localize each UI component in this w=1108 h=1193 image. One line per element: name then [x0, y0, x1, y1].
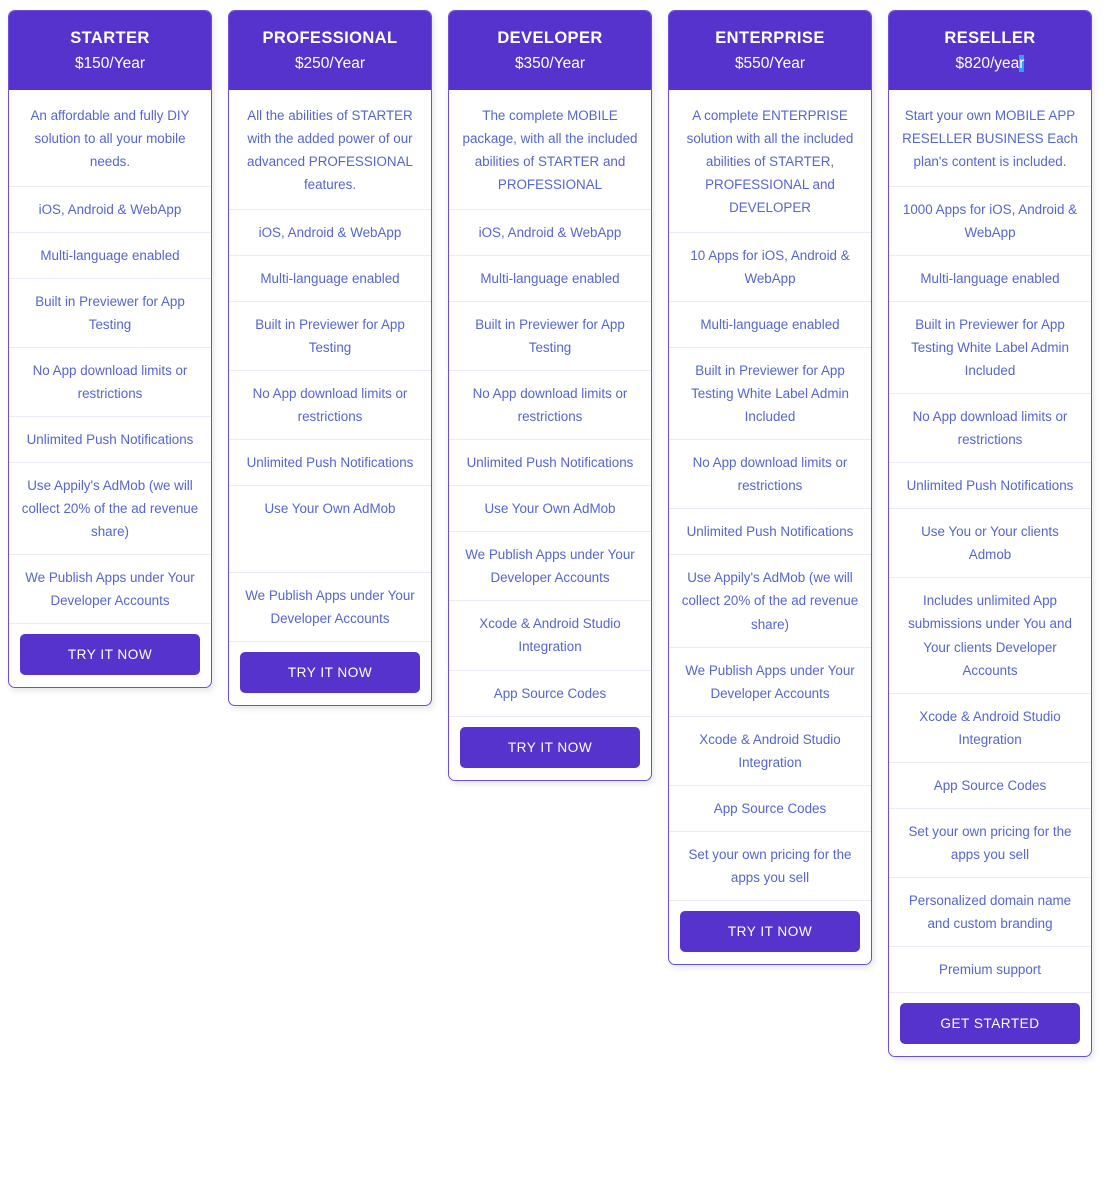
cta-container: TRY IT NOW: [449, 717, 651, 780]
feature-item: Xcode & Android Studio Integration: [449, 601, 651, 671]
plan-header-professional: PROFESSIONAL $250/Year: [229, 11, 431, 90]
pricing-table: STARTER $150/Year An affordable and fully …: [0, 0, 1108, 1057]
feature-item: Unlimited Push Notifications: [9, 417, 211, 464]
feature-item: No App download limits or restrictions: [9, 348, 211, 418]
feature-item: 10 Apps for iOS, Android & WebApp: [669, 233, 871, 303]
feature-item: Multi-language enabled: [9, 233, 211, 279]
plan-card-professional: PROFESSIONAL $250/Year All the abilities o…: [228, 10, 432, 707]
plan-price: $820/year: [895, 54, 1085, 74]
feature-item: No App download limits or restrictions: [449, 371, 651, 441]
plan-card-starter: STARTER $150/Year An affordable and fully …: [8, 10, 212, 689]
cta-button-developer[interactable]: TRY IT NOW: [460, 726, 640, 768]
feature-item: We Publish Apps under Your Developer Acc…: [229, 573, 431, 643]
plan-description: A complete ENTERPRISE solution with all …: [669, 90, 871, 233]
feature-item: Use Appily's AdMob (we will collect 20% …: [9, 463, 211, 556]
plan-description: All the abilities of STARTER with the ad…: [229, 90, 431, 210]
cta-container: TRY IT NOW: [669, 901, 871, 964]
feature-item: Multi-language enabled: [669, 302, 871, 349]
cta-button-reseller[interactable]: GET STARTED: [900, 1002, 1080, 1044]
feature-item: Xcode & Android Studio Integration: [669, 717, 871, 786]
feature-item: Use Appily's AdMob (we will collect 20% …: [669, 555, 871, 648]
feature-list-starter: An affordable and fully DIY solution to …: [9, 90, 211, 625]
cta-button-starter[interactable]: TRY IT NOW: [20, 634, 200, 676]
plan-name: STARTER: [70, 29, 150, 47]
feature-list-enterprise: A complete ENTERPRISE solution with all …: [669, 90, 871, 901]
plan-price: $150/Year: [74, 54, 146, 72]
plan-name: RESELLER: [944, 29, 1036, 47]
plan-header-reseller: RESELLER $820/year: [889, 11, 1091, 90]
feature-item: No App download limits or restrictions: [229, 371, 431, 441]
feature-item: Personalized domain name and custom bran…: [889, 878, 1091, 947]
plan-header-developer: DEVELOPER $350/Year: [449, 11, 651, 90]
feature-item: Unlimited Push Notifications: [669, 509, 871, 556]
feature-item: Unlimited Push Notifications: [449, 440, 651, 487]
feature-item: We Publish Apps under Your Developer Acc…: [449, 532, 651, 602]
plan-price: $550/Year: [734, 54, 806, 72]
feature-item: iOS, Android & WebApp: [449, 210, 651, 256]
feature-item: Multi-language enabled: [889, 256, 1091, 303]
feature-item: Use Your Own AdMob: [229, 486, 431, 574]
feature-item: App Source Codes: [669, 786, 871, 832]
plan-card-reseller: RESELLER $820/year Start your own MOBILE A…: [888, 10, 1092, 1057]
plan-description: An affordable and fully DIY solution to …: [9, 90, 211, 187]
feature-item: Unlimited Push Notifications: [229, 440, 431, 487]
feature-item: Use You or Your clients Admob: [889, 509, 1091, 579]
feature-item: Premium support: [889, 947, 1091, 993]
feature-item: Built in Previewer for App Testing: [229, 302, 431, 372]
plan-name: ENTERPRISE: [715, 29, 825, 47]
feature-item: Multi-language enabled: [449, 256, 651, 303]
cta-container: GET STARTED: [889, 993, 1091, 1056]
feature-list-reseller: Start your own MOBILE APP RESELLER BUSIN…: [889, 90, 1091, 993]
cta-container: TRY IT NOW: [229, 642, 431, 705]
feature-item: Built in Previewer for App Testing White…: [669, 348, 871, 441]
feature-item: No App download limits or restrictions: [889, 394, 1091, 464]
plan-header-starter: STARTER $150/Year: [9, 11, 211, 90]
feature-item: We Publish Apps under Your Developer Acc…: [669, 648, 871, 717]
feature-item: Use Your Own AdMob: [449, 486, 651, 533]
feature-item: We Publish Apps under Your Developer Acc…: [9, 555, 211, 625]
plan-price: $350/Year: [514, 54, 586, 72]
feature-item: Xcode & Android Studio Integration: [889, 694, 1091, 763]
feature-item: Multi-language enabled: [229, 256, 431, 303]
feature-item: 1000 Apps for iOS, Android & WebApp: [889, 187, 1091, 256]
plan-card-developer: DEVELOPER $350/Year The complete MOBILE pa…: [448, 10, 652, 781]
feature-item: Set your own pricing for the apps you se…: [889, 809, 1091, 878]
feature-item: iOS, Android & WebApp: [229, 210, 431, 256]
plan-description: The complete MOBILE package, with all th…: [449, 90, 651, 210]
text-selection-highlight: r: [1019, 54, 1025, 72]
cta-button-enterprise[interactable]: TRY IT NOW: [680, 910, 860, 952]
cta-container: TRY IT NOW: [9, 624, 211, 687]
feature-item: Unlimited Push Notifications: [889, 463, 1091, 510]
plan-name: PROFESSIONAL: [262, 29, 398, 47]
feature-item: App Source Codes: [889, 763, 1091, 809]
plan-price: $250/Year: [294, 54, 366, 72]
feature-item: No App download limits or restrictions: [669, 440, 871, 510]
feature-item: Includes unlimited App submissions under…: [889, 578, 1091, 694]
feature-item: App Source Codes: [449, 671, 651, 717]
feature-item: Built in Previewer for App Testing White…: [889, 302, 1091, 395]
feature-item: Built in Previewer for App Testing: [9, 279, 211, 349]
feature-item: Built in Previewer for App Testing: [449, 302, 651, 372]
plan-card-enterprise: ENTERPRISE $550/Year A complete ENTERPRISE…: [668, 10, 872, 965]
plan-header-enterprise: ENTERPRISE $550/Year: [669, 11, 871, 90]
plan-name: DEVELOPER: [497, 29, 603, 47]
plan-description: Start your own MOBILE APP RESELLER BUSIN…: [889, 90, 1091, 187]
cta-button-professional[interactable]: TRY IT NOW: [240, 652, 420, 694]
feature-list-professional: All the abilities of STARTER with the ad…: [229, 90, 431, 643]
feature-list-developer: The complete MOBILE package, with all th…: [449, 90, 651, 717]
plan-price-text: $820/yea: [955, 54, 1020, 72]
feature-item: Set your own pricing for the apps you se…: [669, 832, 871, 901]
feature-item: iOS, Android & WebApp: [9, 187, 211, 233]
